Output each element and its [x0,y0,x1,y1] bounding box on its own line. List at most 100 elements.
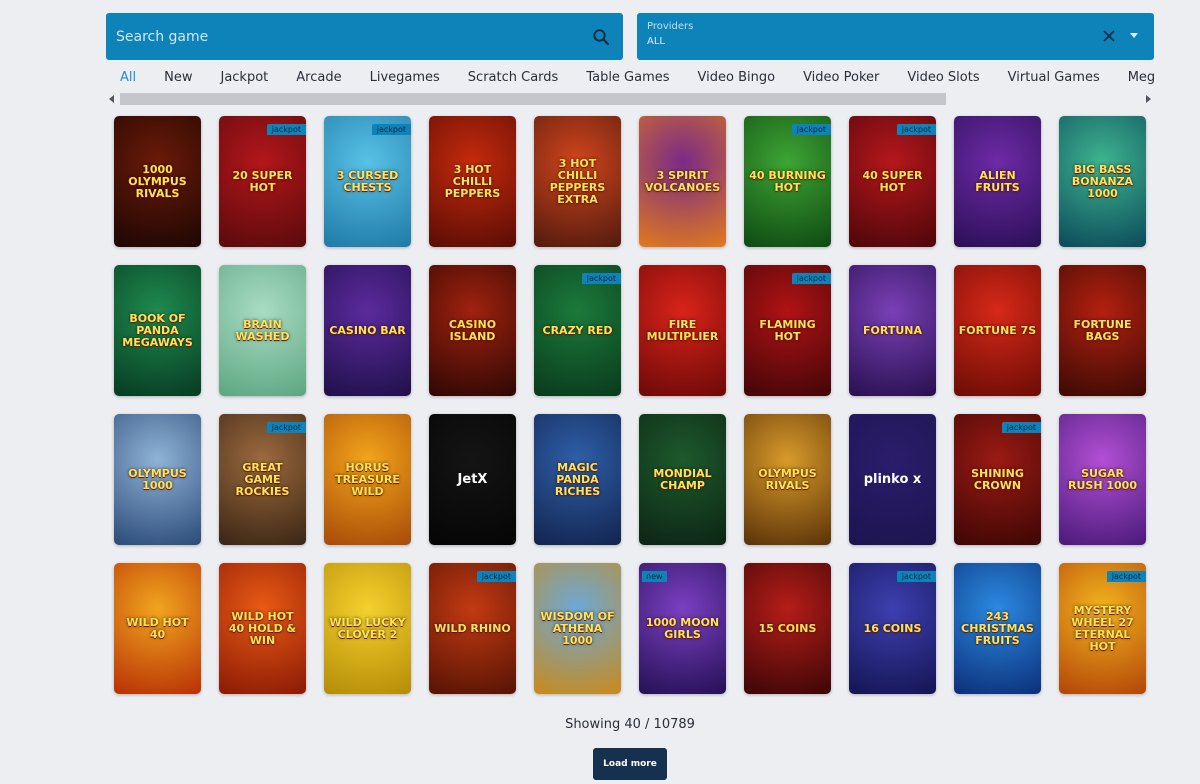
game-title: Olympus Rivals [758,466,817,492]
game-card[interactable]: 3 Spirit Volcanoes [639,116,726,247]
game-card[interactable]: Sugar Rush 1000 [1059,414,1146,545]
jackpot-badge: jackpot [266,422,306,433]
game-card[interactable]: Alien Fruits [954,116,1041,247]
game-title: 1000 Olympus Rivals [128,162,187,200]
game-title: Sugar Rush 1000 [1068,466,1137,492]
tab-all[interactable]: All [120,70,136,85]
tab-new[interactable]: New [164,70,192,85]
game-title: Magic Panda Riches [554,460,601,498]
tab-arcade[interactable]: Arcade [296,70,341,85]
tab-video-bingo[interactable]: Video Bingo [698,70,776,85]
game-title: Wild Hot 40 [126,615,189,641]
game-card[interactable]: 3 Hot Chilli Peppers [429,116,516,247]
game-card[interactable]: plinko x [849,414,936,545]
scroll-right-icon[interactable] [1146,95,1151,103]
load-more-button[interactable]: Load more [593,748,667,780]
game-card[interactable]: Book of Panda Megaways [114,265,201,396]
game-title: Mystery Wheel 27 Eternal Hot [1071,603,1134,653]
game-title: 3 Spirit Volcanoes [644,168,721,194]
game-card[interactable]: 15 Coins [744,563,831,694]
search-bar[interactable] [106,13,623,60]
game-title: Crazy Red [542,323,613,337]
tab-video-slots[interactable]: Video Slots [907,70,979,85]
game-card[interactable]: Fortune 7s [954,265,1041,396]
game-title: 16 Coins [863,621,922,635]
providers-value: ALL [647,36,665,47]
game-card[interactable]: 16 Coins jackpot [849,563,936,694]
game-title: 3 Cursed Chests [336,168,399,194]
game-title: Alien Fruits [975,168,1020,194]
providers-label: Providers [647,21,694,32]
clear-icon[interactable] [1101,28,1117,44]
scroll-thumb[interactable] [120,93,946,105]
jackpot-badge: jackpot [266,124,306,135]
tab-table-games[interactable]: Table Games [586,70,669,85]
game-card[interactable]: 40 Burning Hot jackpot [744,116,831,247]
game-title: Mondial Champ [653,466,712,492]
game-card[interactable]: Casino Bar [324,265,411,396]
tabs-scrollbar[interactable] [106,92,1154,106]
jackpot-badge: jackpot [1001,422,1041,433]
scroll-left-icon[interactable] [109,95,114,103]
game-card[interactable]: Fire Multiplier [639,265,726,396]
game-card[interactable]: Shining Crown jackpot [954,414,1041,545]
game-card[interactable]: 1000 Moon Girls new [639,563,726,694]
game-card[interactable]: Mystery Wheel 27 Eternal Hot jackpot [1059,563,1146,694]
game-card[interactable]: 20 Super Hot jackpot [219,116,306,247]
game-title: Brain Washed [235,317,290,343]
game-card[interactable]: 3 Hot Chilli Peppers Extra [534,116,621,247]
game-card[interactable]: Brain Washed [219,265,306,396]
providers-select[interactable]: Providers ALL [637,13,1154,60]
game-card[interactable]: Olympus 1000 [114,414,201,545]
game-card[interactable]: Casino Island [429,265,516,396]
game-card[interactable]: Wild Hot 40 Hold & Win [219,563,306,694]
game-title: Fortune 7s [958,323,1037,337]
new-badge: new [642,571,667,582]
game-card[interactable]: Wisdom of Athena 1000 [534,563,621,694]
game-title: Wild Hot 40 Hold & Win [228,609,297,647]
game-card[interactable]: Fortuna [849,265,936,396]
tab-virtual-games[interactable]: Virtual Games [1008,70,1100,85]
tab-video-poker[interactable]: Video Poker [803,70,879,85]
game-title: 243 Christmas Fruits [961,609,1034,647]
game-card[interactable]: Wild Hot 40 [114,563,201,694]
game-card[interactable]: Wild Rhino jackpot [429,563,516,694]
game-card[interactable]: Great Game Rockies jackpot [219,414,306,545]
game-title: Fire Multiplier [646,317,719,343]
game-grid: 1000 Olympus Rivals 20 Super Hot jackpot 3 … [114,116,1146,694]
game-card[interactable]: Crazy Red jackpot [534,265,621,396]
search-icon[interactable] [591,27,611,47]
game-card[interactable]: Wild Lucky Clover 2 [324,563,411,694]
game-title: Book of Panda Megaways [122,311,193,349]
game-card[interactable]: Fortune Bags [1059,265,1146,396]
game-title: Wild Rhino [434,621,511,635]
game-card[interactable]: Flaming Hot jackpot [744,265,831,396]
jackpot-badge: jackpot [791,124,831,135]
game-title: 3 Hot Chilli Peppers [444,162,501,200]
tab-jackpot[interactable]: Jackpot [220,70,268,85]
game-card[interactable]: Big Bass Bonanza 1000 [1059,116,1146,247]
game-card[interactable]: JetX [429,414,516,545]
game-card[interactable]: Mondial Champ [639,414,726,545]
game-card[interactable]: 40 Super Hot jackpot [849,116,936,247]
game-card[interactable]: Magic Panda Riches [534,414,621,545]
game-card[interactable]: 3 Cursed Chests jackpot [324,116,411,247]
game-title: Casino Island [448,317,497,343]
game-title: 40 Burning Hot [749,168,826,194]
tab-scratch-cards[interactable]: Scratch Cards [468,70,559,85]
game-title: 3 Hot Chilli Peppers Extra [549,156,606,206]
game-title: Fortune Bags [1073,317,1132,343]
chevron-down-icon[interactable] [1130,33,1138,38]
tab-livegames[interactable]: Livegames [370,70,440,85]
showing-count: Showing 40 / 10789 [565,717,695,732]
game-title: Flaming Hot [759,317,816,343]
jackpot-badge: jackpot [896,571,936,582]
game-card[interactable]: Olympus Rivals [744,414,831,545]
game-card[interactable]: 1000 Olympus Rivals [114,116,201,247]
game-title: Wisdom of Athena 1000 [540,609,615,647]
jackpot-badge: jackpot [1106,571,1146,582]
search-input[interactable] [116,13,591,60]
tab-megaways[interactable]: Megaways [1128,70,1154,85]
game-card[interactable]: Horus Treasure Wild [324,414,411,545]
game-card[interactable]: 243 Christmas Fruits [954,563,1041,694]
